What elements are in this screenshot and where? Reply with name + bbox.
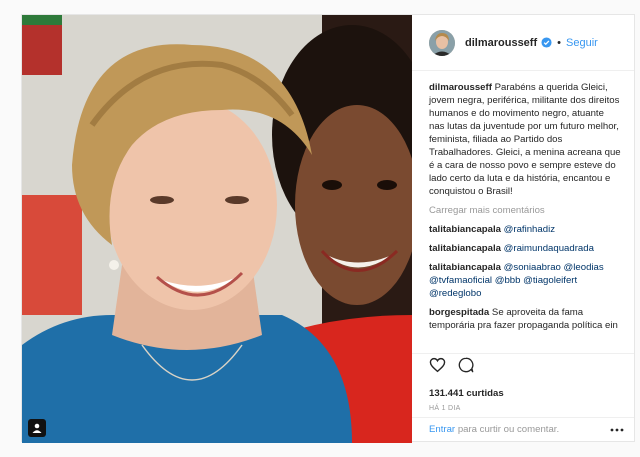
comment-item: borgespitada Se aproveita da fama tempor… [429, 306, 622, 332]
heart-icon[interactable] [429, 357, 446, 378]
comment-mention[interactable]: @soniaabrao [504, 262, 561, 273]
header-username[interactable]: dilmarousseff [465, 37, 537, 49]
post-photo[interactable] [22, 15, 412, 443]
comment-username[interactable]: talitabiancapala [429, 262, 501, 273]
comment-username[interactable]: talitabiancapala [429, 224, 501, 235]
comment-mention[interactable]: @rafinhadiz [504, 224, 555, 235]
likes-label: curtidas [466, 388, 504, 399]
comment-mention[interactable]: @raimundaquadrada [504, 243, 594, 254]
comment-mention[interactable]: @tiagoleifert [523, 275, 577, 286]
comment-mention[interactable]: @bbb [495, 275, 521, 286]
avatar[interactable] [429, 29, 455, 56]
login-prompt: Entrar para curtir ou comentar. [429, 424, 559, 435]
post-caption: dilmarousseff Parabéns a querida Gleici,… [429, 81, 622, 198]
post-footer: Entrar para curtir ou comentar. [412, 417, 634, 441]
user-tag-icon[interactable] [28, 419, 46, 437]
comment-item: talitabiancapala @soniaabrao @leodias @t… [429, 261, 622, 300]
comment-mention[interactable]: @redeglobo [429, 288, 481, 299]
comment-mention[interactable]: @tvfamaoficial [429, 275, 492, 286]
header-separator: • [557, 36, 561, 49]
login-prompt-text: para curtir ou comentar. [457, 424, 560, 435]
comments-list: dilmarousseff Parabéns a querida Gleici,… [412, 71, 634, 353]
instagram-post: dilmarousseff • Seguir dilmarousseff Par… [21, 14, 635, 443]
verified-badge-icon [541, 37, 552, 48]
comment-item: talitabiancapala @raimundaquadrada [429, 242, 622, 255]
comment-bubble-icon[interactable] [458, 357, 474, 378]
follow-button[interactable]: Seguir [566, 37, 598, 49]
likes-count[interactable]: 131.441 curtidas [429, 388, 504, 399]
comment-item: talitabiancapala @rafinhadiz [429, 223, 622, 236]
post-header: dilmarousseff • Seguir [412, 15, 634, 71]
photo-illustration [22, 15, 412, 443]
comment-username[interactable]: talitabiancapala [429, 243, 501, 254]
comment-mention[interactable]: @leodias [564, 262, 604, 273]
post-actions [412, 353, 634, 381]
caption-text: Parabéns a querida Gleici, jovem negra, … [429, 82, 621, 197]
post-sidebar: dilmarousseff • Seguir dilmarousseff Par… [412, 15, 634, 441]
login-link[interactable]: Entrar [429, 424, 455, 435]
post-timestamp: HÁ 1 DIA [429, 405, 461, 412]
likes-number: 131.441 [429, 388, 464, 399]
comment-username[interactable]: borgespitada [429, 307, 489, 318]
caption-username[interactable]: dilmarousseff [429, 82, 492, 93]
load-more-comments-button[interactable]: Carregar mais comentários [429, 204, 622, 217]
more-options-icon[interactable] [610, 424, 624, 435]
